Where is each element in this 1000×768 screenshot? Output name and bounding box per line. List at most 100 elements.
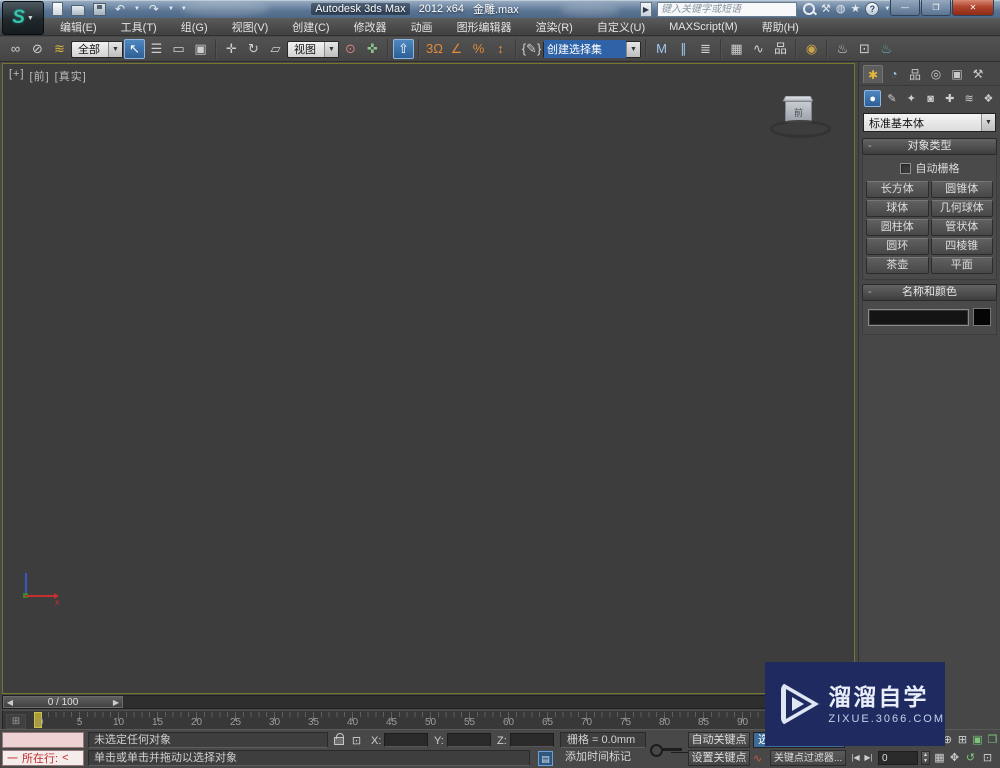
- tab-display-icon[interactable]: ▣: [947, 65, 967, 83]
- go-to-start-icon[interactable]: |◀: [849, 750, 862, 764]
- use-pivot-center-button[interactable]: ⊙ ▼: [340, 39, 361, 59]
- search-input[interactable]: [657, 1, 797, 17]
- close-button[interactable]: ✕: [952, 0, 994, 16]
- set-key-button[interactable]: 设置关键点: [688, 750, 750, 766]
- key-filters-button[interactable]: 关键点过滤器...: [770, 750, 846, 766]
- front-viewport[interactable]: [+] [前] [真实] 前 x: [2, 63, 855, 694]
- toolbar-button[interactable]: ▼: [515, 39, 517, 59]
- subtab-helpers-icon[interactable]: ✚: [941, 90, 958, 107]
- primitive-category-dropdown[interactable]: 标准基本体 ▼: [863, 113, 996, 132]
- select-and-move-button[interactable]: ✛ ▼: [221, 39, 242, 59]
- menu-create[interactable]: 创建(C): [280, 19, 341, 35]
- save-file-icon[interactable]: [92, 2, 106, 16]
- go-to-end-icon[interactable]: ▶|: [862, 750, 875, 764]
- subtab-space-warps-icon[interactable]: ≋: [960, 90, 977, 107]
- open-file-icon[interactable]: [71, 3, 85, 16]
- viewcube[interactable]: 前: [770, 92, 831, 138]
- align-button[interactable]: ∥ ▼: [673, 39, 694, 59]
- favorites-star-icon[interactable]: ★: [850, 3, 860, 16]
- default-tangent-curve-icon[interactable]: ∿: [753, 752, 762, 765]
- viewport-shading-menu[interactable]: [真实]: [55, 68, 87, 84]
- graphite-ribbon-toggle[interactable]: ▦ ▼: [726, 39, 747, 59]
- current-frame-field[interactable]: [878, 751, 918, 765]
- button-cylinder[interactable]: 圆柱体: [866, 219, 929, 236]
- material-editor-button[interactable]: ◉ ▼: [801, 39, 822, 59]
- object-name-field[interactable]: [868, 308, 969, 326]
- menu-edit[interactable]: 编辑(E): [48, 19, 109, 35]
- name-color-rollout-header[interactable]: 名称和颜色: [862, 284, 997, 301]
- next-frame-button[interactable]: ▶: [110, 697, 122, 707]
- pan-hand-icon[interactable]: ✥: [948, 750, 961, 764]
- absolute-mode-icon[interactable]: ⊡: [350, 733, 363, 747]
- subtab-lights-icon[interactable]: ✦: [903, 90, 920, 107]
- button-tube[interactable]: 管状体: [930, 219, 993, 236]
- viewport-general-menu[interactable]: [+]: [9, 68, 25, 84]
- add-time-tag[interactable]: 添加时间标记: [560, 750, 646, 766]
- keyboard-override-toggle[interactable]: ⇧ ▼: [393, 39, 414, 59]
- orbit-icon[interactable]: ↺: [964, 750, 977, 764]
- x-coordinate-field[interactable]: [384, 733, 428, 747]
- menu-graph-editors[interactable]: 图形编辑器: [445, 19, 524, 35]
- percent-snap-toggle[interactable]: % ▼: [468, 39, 489, 59]
- redo-icon[interactable]: ↷: [147, 2, 161, 16]
- spinner-snap-toggle[interactable]: ↕ ▼: [490, 39, 511, 59]
- frame-spinner[interactable]: ▲ ▼: [921, 751, 930, 765]
- track-bar[interactable]: ⊞ 05101520253035404550556065707580859095: [2, 710, 856, 730]
- viewport-pov-menu[interactable]: [前]: [30, 68, 50, 84]
- toolbar-button[interactable]: ▼: [215, 39, 217, 59]
- undo-icon[interactable]: ↶: [113, 2, 127, 16]
- z-coordinate-field[interactable]: [510, 733, 554, 747]
- toolbar-button[interactable]: ▼: [720, 39, 722, 59]
- select-and-rotate-button[interactable]: ↻ ▼: [243, 39, 264, 59]
- tab-hierarchy-icon[interactable]: 品: [905, 65, 925, 83]
- tab-modify-icon[interactable]: ◔: [884, 65, 904, 83]
- maximize-viewport-toggle-icon[interactable]: ⊡: [981, 750, 994, 764]
- select-and-manipulate-button[interactable]: ✜ ▼: [362, 39, 383, 59]
- snaps-toggle-3d[interactable]: 3Ω ▼: [424, 39, 445, 59]
- time-slider-track[interactable]: ◀ 0 / 100 ▶: [2, 695, 856, 709]
- application-button[interactable]: S ▼: [2, 1, 44, 35]
- zoom-all-icon[interactable]: ⊞: [956, 732, 969, 746]
- render-production-button[interactable]: ♨ ▼: [876, 39, 897, 59]
- menu-help[interactable]: 帮助(H): [750, 19, 811, 35]
- autogrid-checkbox[interactable]: [899, 162, 911, 174]
- subtab-systems-icon[interactable]: ❖: [980, 90, 997, 107]
- macro-recorder-field[interactable]: [2, 732, 84, 748]
- menu-rendering[interactable]: 渲染(R): [524, 19, 585, 35]
- subtab-geometry-icon[interactable]: ●: [864, 90, 882, 107]
- maxscript-mini-listener[interactable]: 一 所在行: <: [2, 750, 84, 766]
- select-and-link-icon[interactable]: ∞ ▼: [5, 39, 26, 59]
- minimize-button[interactable]: —: [890, 0, 920, 16]
- button-pyramid[interactable]: 四棱锥: [930, 238, 993, 255]
- search-history-button[interactable]: ▶: [640, 1, 652, 17]
- undo-dropdown-caret[interactable]: ▼: [134, 6, 140, 12]
- selection-lock-icon[interactable]: [334, 733, 344, 745]
- schematic-view-button[interactable]: 品 ▼: [770, 39, 791, 59]
- window-crossing-toggle[interactable]: ▣ ▼: [190, 39, 211, 59]
- new-scene-icon[interactable]: [50, 2, 64, 16]
- redo-dropdown-caret[interactable]: ▼: [168, 6, 174, 12]
- search-icon[interactable]: [802, 3, 816, 16]
- tab-create-icon[interactable]: ✱: [863, 65, 883, 83]
- zoom-extents-icon[interactable]: ▣: [971, 732, 984, 746]
- button-sphere[interactable]: 球体: [866, 200, 929, 217]
- button-plane[interactable]: 平面: [930, 257, 993, 274]
- tab-utilities-icon[interactable]: ⚒: [968, 65, 988, 83]
- toolbar-button[interactable]: ▼: [645, 39, 647, 59]
- button-cone[interactable]: 圆锥体: [930, 181, 993, 198]
- help-icon[interactable]: ?: [865, 2, 880, 16]
- mirror-button[interactable]: M ▼: [651, 39, 672, 59]
- menu-group[interactable]: 组(G): [169, 19, 220, 35]
- wrench-icon[interactable]: ⚒: [821, 3, 831, 16]
- subtab-cameras-icon[interactable]: ◙: [922, 90, 939, 107]
- menu-customize[interactable]: 自定义(U): [585, 19, 657, 35]
- toolbar-button[interactable]: ▼: [826, 39, 828, 59]
- menu-modifiers[interactable]: 修改器: [342, 19, 399, 35]
- object-type-rollout-header[interactable]: 对象类型: [862, 138, 997, 155]
- time-tag-icon[interactable]: ▤: [538, 751, 553, 766]
- auto-key-button[interactable]: 自动关键点: [688, 732, 750, 748]
- menu-views[interactable]: 视图(V): [220, 19, 281, 35]
- reference-coordinate-dropdown[interactable]: 视图 ▼: [287, 40, 339, 58]
- menu-animation[interactable]: 动画: [399, 19, 445, 35]
- toolbar-button[interactable]: ▼: [795, 39, 797, 59]
